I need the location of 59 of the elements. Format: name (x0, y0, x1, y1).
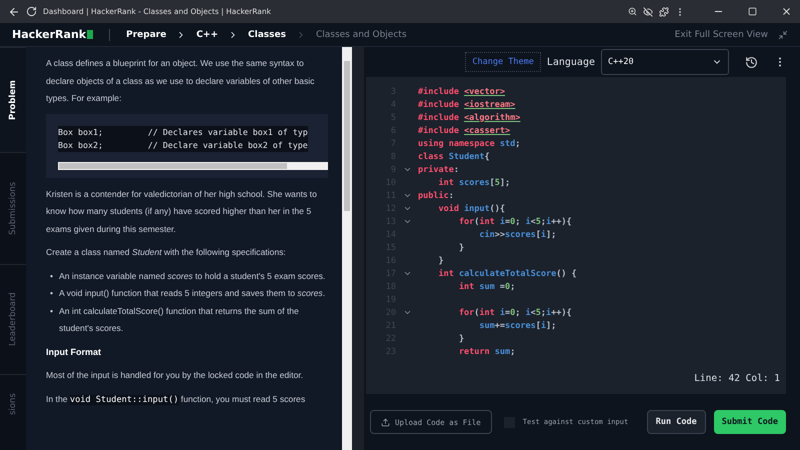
fold-icon[interactable] (402, 308, 412, 317)
paragraph: Create a class named Student with the following specifications: (46, 246, 287, 259)
eye-off-icon[interactable] (643, 6, 653, 16)
code-line: int scores[5]; (437, 178, 510, 188)
cursor-position: Line: 42 Col: 1 (694, 372, 780, 384)
code-line: int calculateTotalScore() { (437, 268, 577, 278)
close-icon[interactable] (781, 6, 792, 17)
code-line: private: (418, 164, 459, 174)
code-line: int sum =0; (458, 282, 516, 292)
bullet-item: An int calculateTotalScore() function that returns the sum of the student's scores. (59, 304, 300, 335)
code-line: #include <vector> (418, 86, 506, 96)
fold-icon[interactable] (402, 269, 412, 278)
code-line: public: (418, 190, 454, 200)
breadcrumb-link[interactable]: C++ (196, 30, 218, 40)
change-theme-button[interactable]: Change Theme (465, 52, 541, 72)
code-line: sum+=scores[i]; (478, 320, 556, 330)
code-line: using namespace std; (418, 138, 520, 148)
reload-icon[interactable] (26, 6, 37, 17)
code-line: } (458, 242, 464, 252)
code-line: } (437, 256, 444, 266)
paragraph: In the void Student::input() function, you must read 5 scores (46, 392, 306, 406)
side-tab[interactable]: Problem (0, 47, 26, 152)
run-code-button[interactable]: Run Code (646, 410, 706, 434)
maximize-icon[interactable] (748, 7, 757, 16)
scrollbar[interactable] (342, 47, 352, 450)
code-line: } (458, 334, 464, 344)
language-select[interactable]: C++20 (601, 49, 729, 75)
bullet-marker: • (50, 270, 54, 282)
language-label: Language (546, 56, 595, 68)
puzzle-icon[interactable] (659, 6, 669, 16)
bullet-item: An instance variable named scores to hold a student's 5 exam scores. (59, 270, 326, 282)
logo[interactable]: HackerRank (12, 28, 94, 41)
exit-fullscreen-link[interactable]: Exit Full Screen View (674, 30, 768, 40)
paragraph: Kristen is a contender for valedictorian of her high school. She wants to know how many students (if any) have scored higher than her in the 5 exams given during this semester. (46, 188, 318, 236)
collapse-icon[interactable] (778, 30, 788, 40)
code-line: void input(){ (437, 204, 506, 214)
paragraph: A class defines a blueprint for an object. We use the same syntax to declare objects of a class as we use to declare variables of other basic types. For example: (46, 57, 316, 105)
code-line: cin>>scores[i]; (478, 230, 556, 240)
section-heading: Input Format (46, 346, 102, 359)
fold-icon[interactable] (402, 165, 412, 174)
breadcrumb-link[interactable]: Classes and Objects (316, 30, 407, 40)
back-icon[interactable] (8, 6, 20, 18)
breadcrumb-link[interactable]: Classes (248, 30, 286, 40)
bullet-item: A void input() function that reads 5 integers and saves them to scores. (59, 287, 326, 300)
breadcrumb-link[interactable]: Prepare (126, 30, 166, 40)
paragraph: Most of the input is handled for you by the locked code in the editor. (46, 369, 304, 382)
submit-code-button[interactable]: Submit Code (714, 410, 786, 434)
code-line: #include <cassert> (418, 126, 510, 136)
upload-icon (381, 418, 390, 426)
code-line: class Student{ (418, 152, 490, 162)
history-icon[interactable] (745, 56, 758, 68)
zoom-icon[interactable] (628, 7, 637, 16)
code-line: for(int i=0; i<5;i++){ (458, 216, 572, 226)
bullet-marker: • (50, 287, 54, 300)
code-line: for(int i=0; i<5;i++){ (458, 308, 572, 318)
code-line: #include <algorithm> (418, 112, 520, 122)
bullet-marker: • (50, 304, 54, 318)
code-line: return sum; (458, 346, 516, 356)
code-line: #include <iostream> (418, 100, 516, 110)
